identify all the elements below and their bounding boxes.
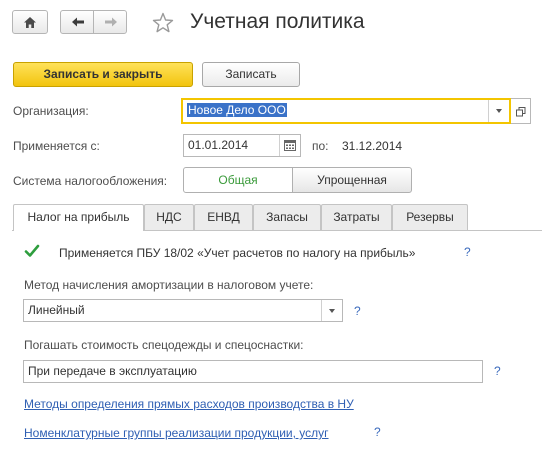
organization-value: Новое Дело ООО	[187, 103, 287, 117]
open-window-icon	[516, 107, 526, 117]
save-button[interactable]: Записать	[202, 62, 300, 87]
calendar-icon	[284, 140, 296, 151]
tax-system-general-option[interactable]: Общая	[183, 167, 293, 193]
page-title: Учетная политика	[190, 10, 365, 33]
depreciation-label: Метод начисления амортизации в налоговом…	[24, 278, 314, 292]
favorite-star-icon[interactable]	[152, 12, 174, 34]
depreciation-select[interactable]: Линейный	[23, 299, 343, 322]
tab-profit-tax[interactable]: Налог на прибыль	[13, 204, 144, 231]
applies-from-date-field[interactable]: 01.01.2014	[183, 134, 301, 157]
applies-from-value: 01.01.2014	[188, 138, 249, 152]
direct-costs-methods-link[interactable]: Методы определения прямых расходов произ…	[24, 397, 354, 411]
tab-costs[interactable]: Затраты	[321, 204, 392, 230]
back-button[interactable]	[60, 10, 94, 34]
home-icon	[24, 17, 36, 28]
pbu-checkbox[interactable]	[24, 243, 40, 259]
workwear-label: Погашать стоимость спецодежды и спецосна…	[24, 338, 304, 352]
arrow-left-icon	[72, 17, 84, 27]
pbu-checkbox-label[interactable]: Применяется ПБУ 18/02 «Учет расчетов по …	[59, 246, 415, 260]
nomenclature-groups-link[interactable]: Номенклатурные группы реализации продукц…	[24, 426, 329, 440]
tab-envd[interactable]: ЕНВД	[194, 204, 253, 230]
workwear-help-link[interactable]: ?	[494, 364, 501, 378]
open-organization-button[interactable]	[511, 98, 531, 124]
checkmark-icon	[24, 244, 40, 257]
calendar-button[interactable]	[279, 135, 300, 156]
forward-button[interactable]	[93, 10, 127, 34]
organization-dropdown-button[interactable]	[488, 100, 509, 122]
workwear-field[interactable]: При передаче в эксплуатацию	[23, 360, 483, 383]
organization-field[interactable]: Новое Дело ООО	[181, 98, 511, 124]
applies-to-label: по:	[312, 139, 329, 153]
organization-label: Организация:	[13, 104, 89, 118]
nomenclature-groups-help-link[interactable]: ?	[374, 425, 381, 439]
tab-reserves[interactable]: Резервы	[392, 204, 468, 230]
tax-system-label: Система налогообложения:	[13, 174, 168, 188]
home-button[interactable]	[12, 10, 48, 34]
arrow-right-icon	[105, 17, 117, 27]
workwear-value: При передаче в эксплуатацию	[28, 364, 197, 378]
depreciation-help-link[interactable]: ?	[354, 304, 361, 318]
pbu-help-link[interactable]: ?	[464, 245, 471, 259]
tax-system-simplified-option[interactable]: Упрощенная	[292, 167, 412, 193]
tab-inventory[interactable]: Запасы	[253, 204, 321, 230]
applies-from-label: Применяется с:	[13, 139, 100, 153]
save-and-close-button[interactable]: Записать и закрыть	[13, 62, 193, 87]
applies-to-value: 31.12.2014	[342, 139, 403, 153]
depreciation-value: Линейный	[28, 303, 85, 317]
tab-vat[interactable]: НДС	[144, 204, 194, 230]
depreciation-dropdown-button[interactable]	[321, 300, 342, 321]
